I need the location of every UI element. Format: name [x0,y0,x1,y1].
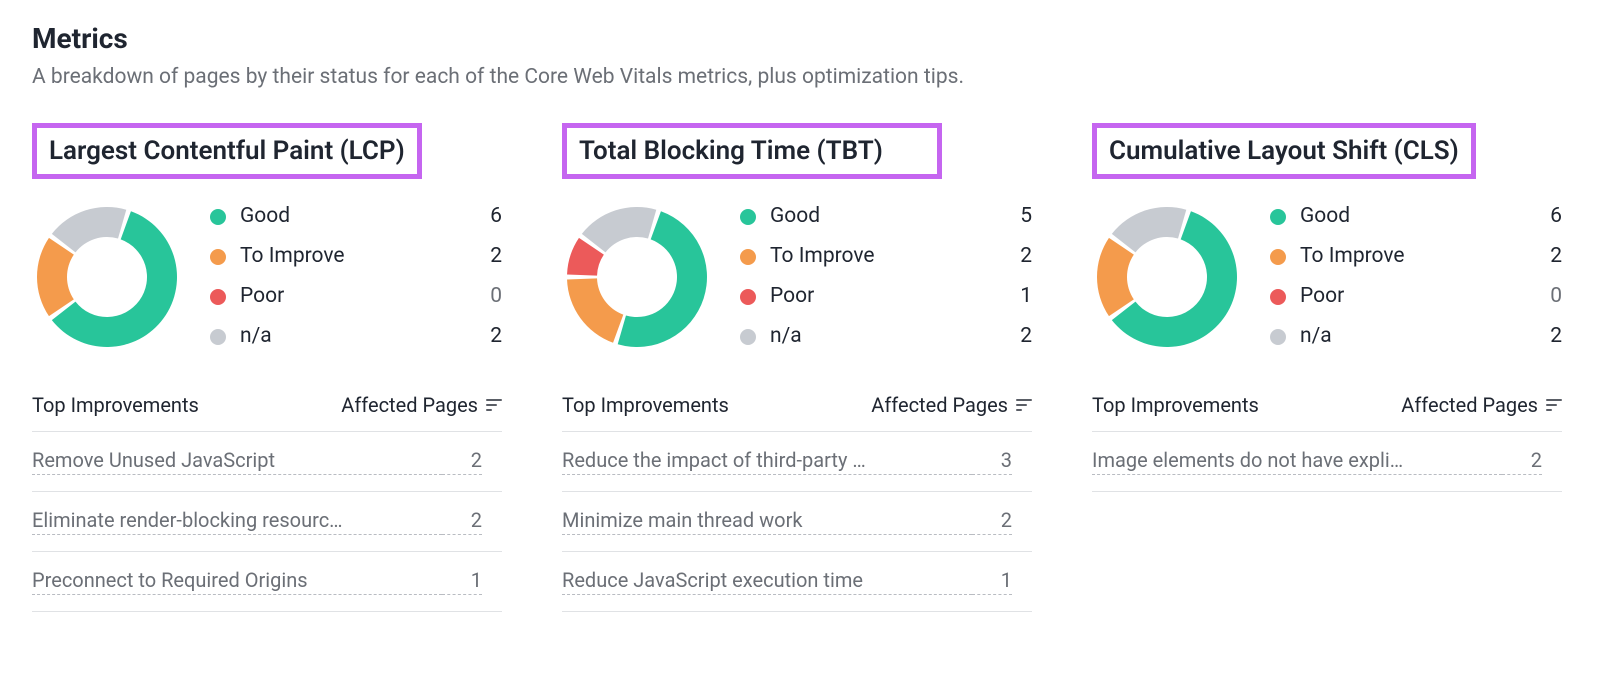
improvements-table-header: Top ImprovementsAffected Pages [32,383,502,432]
improvement-link[interactable]: Reduce the impact of third-party … [562,448,972,475]
legend: Good6To Improve2Poor0n/a2 [1270,197,1562,357]
metric-title: Cumulative Layout Shift (CLS) [1109,136,1459,166]
legend-value: 6 [474,197,502,237]
legend-value: 6 [1534,197,1562,237]
metric-title-highlight: Cumulative Layout Shift (CLS) [1092,123,1476,179]
column-header-affected[interactable]: Affected Pages [341,393,502,417]
improvement-link[interactable]: Preconnect to Required Origins [32,568,442,595]
legend-value: 2 [1534,317,1562,357]
column-header-improvements[interactable]: Top Improvements [562,393,871,417]
legend-dot-icon [210,289,226,305]
improvement-link[interactable]: Reduce JavaScript execution time [562,568,972,595]
legend-dot-icon [740,329,756,345]
legend-item-improve[interactable]: To Improve2 [1270,237,1562,277]
column-header-affected[interactable]: Affected Pages [871,393,1032,417]
metric-title-highlight: Total Blocking Time (TBT) [562,123,942,179]
legend-item-poor[interactable]: Poor0 [210,277,502,317]
legend-label: Poor [1300,277,1534,317]
column-header-improvements[interactable]: Top Improvements [1092,393,1401,417]
legend-item-poor[interactable]: Poor0 [1270,277,1562,317]
metric-title: Largest Contentful Paint (LCP) [49,136,405,166]
legend-label: Poor [240,277,474,317]
improvement-row: Reduce JavaScript execution time1 [562,552,1032,612]
legend-item-improve[interactable]: To Improve2 [740,237,1032,277]
donut-chart[interactable] [1092,202,1242,352]
legend: Good6To Improve2Poor0n/a2 [210,197,502,357]
legend-item-improve[interactable]: To Improve2 [210,237,502,277]
legend-item-poor[interactable]: Poor1 [740,277,1032,317]
legend-dot-icon [210,209,226,225]
improvement-link[interactable]: Remove Unused JavaScript [32,448,442,475]
sort-desc-icon[interactable] [1546,399,1562,411]
legend-label: Good [240,197,474,237]
legend-item-na[interactable]: n/a2 [740,317,1032,357]
improvements-table-header: Top ImprovementsAffected Pages [562,383,1032,432]
legend-dot-icon [1270,329,1286,345]
legend-value: 5 [1004,197,1032,237]
metric-card-cls: Cumulative Layout Shift (CLS) Good6To Imp… [1092,123,1562,612]
legend-label: n/a [1300,317,1534,357]
affected-pages-count[interactable]: 2 [442,448,482,475]
legend-value: 1 [1004,277,1032,317]
legend-dot-icon [1270,289,1286,305]
metric-card-lcp: Largest Contentful Paint (LCP) Good6To Im… [32,123,502,612]
improvement-link[interactable]: Image elements do not have expli… [1092,448,1502,475]
sort-desc-icon[interactable] [1016,399,1032,411]
affected-pages-count[interactable]: 1 [442,568,482,595]
legend-value: 2 [1004,317,1032,357]
legend-value: 2 [1534,237,1562,277]
affected-pages-count[interactable]: 2 [442,508,482,535]
legend-dot-icon [1270,209,1286,225]
legend-label: Good [1300,197,1534,237]
improvement-row: Eliminate render-blocking resourc…2 [32,492,502,552]
donut-chart[interactable] [32,202,182,352]
improvement-row: Reduce the impact of third-party …3 [562,432,1032,492]
affected-pages-count[interactable]: 2 [1502,448,1542,475]
improvement-row: Remove Unused JavaScript2 [32,432,502,492]
legend-value: 2 [474,237,502,277]
affected-pages-count[interactable]: 1 [972,568,1012,595]
improvement-row: Minimize main thread work2 [562,492,1032,552]
improvements-table-header: Top ImprovementsAffected Pages [1092,383,1562,432]
legend-label: To Improve [770,237,1004,277]
legend-item-good[interactable]: Good6 [210,197,502,237]
improvement-row: Preconnect to Required Origins1 [32,552,502,612]
column-header-affected[interactable]: Affected Pages [1401,393,1562,417]
metric-title: Total Blocking Time (TBT) [579,136,925,166]
legend-value: 2 [474,317,502,357]
legend: Good5To Improve2Poor1n/a2 [740,197,1032,357]
sort-desc-icon[interactable] [486,399,502,411]
legend-dot-icon [740,249,756,265]
legend-dot-icon [740,289,756,305]
column-header-improvements[interactable]: Top Improvements [32,393,341,417]
legend-label: n/a [770,317,1004,357]
legend-label: To Improve [240,237,474,277]
legend-item-na[interactable]: n/a2 [1270,317,1562,357]
improvement-link[interactable]: Minimize main thread work [562,508,972,535]
affected-pages-count[interactable]: 2 [972,508,1012,535]
improvement-link[interactable]: Eliminate render-blocking resourc… [32,508,442,535]
page-subtitle: A breakdown of pages by their status for… [32,65,1568,89]
legend-item-good[interactable]: Good5 [740,197,1032,237]
metrics-cards: Largest Contentful Paint (LCP)Good6To Im… [32,123,1568,612]
metric-card-tbt: Total Blocking Time (TBT) Good5To Improve… [562,123,1032,612]
legend-value: 0 [474,277,502,317]
legend-item-good[interactable]: Good6 [1270,197,1562,237]
legend-label: To Improve [1300,237,1534,277]
legend-value: 0 [1534,277,1562,317]
legend-label: Poor [770,277,1004,317]
affected-pages-count[interactable]: 3 [972,448,1012,475]
legend-dot-icon [740,209,756,225]
page-title: Metrics [32,22,1568,55]
legend-item-na[interactable]: n/a2 [210,317,502,357]
metric-title-highlight: Largest Contentful Paint (LCP) [32,123,422,179]
improvement-row: Image elements do not have expli…2 [1092,432,1562,492]
legend-label: n/a [240,317,474,357]
legend-dot-icon [210,329,226,345]
legend-label: Good [770,197,1004,237]
donut-chart[interactable] [562,202,712,352]
legend-dot-icon [210,249,226,265]
legend-dot-icon [1270,249,1286,265]
legend-value: 2 [1004,237,1032,277]
